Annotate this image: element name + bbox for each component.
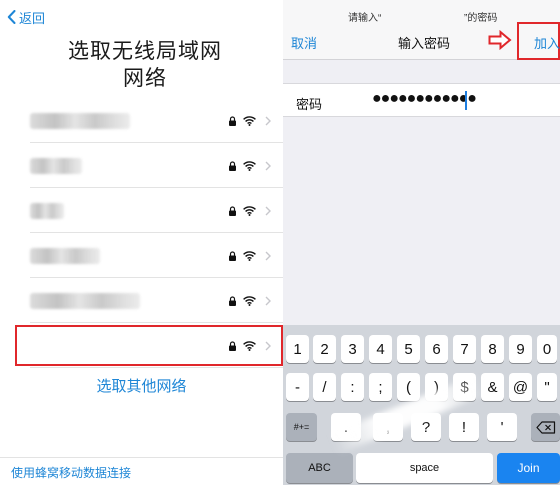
- lock-icon: [229, 205, 236, 216]
- text-cursor: [465, 91, 467, 110]
- key[interactable]: !: [449, 413, 479, 441]
- space-key[interactable]: space: [356, 453, 493, 483]
- chevron-right-icon: [265, 296, 271, 305]
- wifi-icon: [243, 295, 256, 306]
- delete-key[interactable]: [531, 413, 560, 441]
- selected-network-highlight: [15, 325, 283, 366]
- key[interactable]: (: [397, 373, 420, 401]
- key[interactable]: ,: [373, 413, 403, 441]
- password-field[interactable]: ●●●●●●●●●●●●: [372, 90, 477, 108]
- chevron-right-icon: [265, 251, 271, 260]
- abc-key[interactable]: ABC: [286, 453, 353, 483]
- key[interactable]: @: [509, 373, 532, 401]
- key[interactable]: 8: [481, 335, 504, 363]
- nav-bar: 取消 输入密码 加入: [283, 22, 560, 60]
- lock-icon: [229, 250, 236, 261]
- key[interactable]: ': [487, 413, 517, 441]
- page-title-line2: 网络: [123, 67, 167, 90]
- nav-title: 输入密码: [398, 36, 451, 51]
- key[interactable]: &: [481, 373, 504, 401]
- lock-icon: [229, 295, 236, 306]
- other-networks-link[interactable]: 选取其他网络: [0, 375, 283, 396]
- back-label: 返回: [19, 10, 46, 26]
- delete-icon: [535, 420, 555, 434]
- keyboard: 1 2 3 4 5 6 7 8 9 0 - / : ; ( ) $ & @ " …: [283, 325, 560, 485]
- key[interactable]: 5: [397, 335, 420, 363]
- chevron-right-icon: [265, 206, 271, 215]
- key[interactable]: 4: [369, 335, 392, 363]
- wifi-icon: [243, 115, 256, 126]
- key[interactable]: $: [453, 373, 476, 401]
- network-row[interactable]: [0, 278, 283, 323]
- key[interactable]: :: [341, 373, 364, 401]
- key[interactable]: 2: [313, 335, 336, 363]
- page-title-line1: 选取无线局域网: [68, 40, 222, 63]
- key[interactable]: 7: [453, 335, 476, 363]
- chevron-right-icon: [265, 161, 271, 170]
- blurred-network-name: [30, 157, 82, 174]
- network-row[interactable]: [0, 143, 283, 188]
- page-title: 选取无线局域网 网络: [40, 38, 250, 92]
- blurred-network-name: [30, 202, 64, 219]
- symbols-toggle-key[interactable]: #+=: [286, 413, 317, 441]
- key[interactable]: /: [313, 373, 336, 401]
- password-panel: 请输入“ ”的密码 取消 输入密码 加入 密码 ●●●●●●●●●●●● 1 2…: [283, 0, 560, 485]
- wifi-icon: [243, 250, 256, 261]
- key[interactable]: ;: [369, 373, 392, 401]
- lock-icon: [229, 115, 236, 126]
- back-button[interactable]: 返回: [7, 8, 45, 26]
- wifi-network-panel: 返回 选取无线局域网 网络 选取其他网络 使用蜂窝移动数据连接: [0, 0, 283, 485]
- network-row[interactable]: [0, 188, 283, 233]
- key[interactable]: 9: [509, 335, 532, 363]
- blurred-network-name: [30, 292, 140, 309]
- key[interactable]: .: [331, 413, 361, 441]
- blurred-network-name: [30, 112, 130, 129]
- key[interactable]: 3: [341, 335, 364, 363]
- blurred-network-name: [30, 247, 100, 264]
- lock-icon: [229, 160, 236, 171]
- key[interactable]: ?: [411, 413, 441, 441]
- join-button[interactable]: 加入: [534, 33, 560, 52]
- cancel-button[interactable]: 取消: [291, 33, 317, 52]
- key[interactable]: 6: [425, 335, 448, 363]
- join-key[interactable]: Join: [497, 453, 560, 483]
- chevron-right-icon: [265, 116, 271, 125]
- key[interactable]: -: [286, 373, 309, 401]
- arrow-right-icon: [488, 30, 512, 50]
- divider: [0, 457, 283, 458]
- cellular-data-link[interactable]: 使用蜂窝移动数据连接: [11, 464, 131, 481]
- network-row[interactable]: [0, 98, 283, 143]
- wifi-icon: [243, 160, 256, 171]
- password-label: 密码: [296, 97, 323, 112]
- chevron-left-icon: [7, 10, 16, 24]
- key[interactable]: 1: [286, 335, 309, 363]
- network-row[interactable]: [0, 233, 283, 278]
- password-prompt: 请输入“ ”的密码: [283, 0, 560, 24]
- key[interactable]: 0: [537, 335, 557, 363]
- wifi-icon: [243, 205, 256, 216]
- password-field-row[interactable]: 密码 ●●●●●●●●●●●●: [283, 83, 560, 117]
- key[interactable]: ": [537, 373, 557, 401]
- key[interactable]: ): [425, 373, 448, 401]
